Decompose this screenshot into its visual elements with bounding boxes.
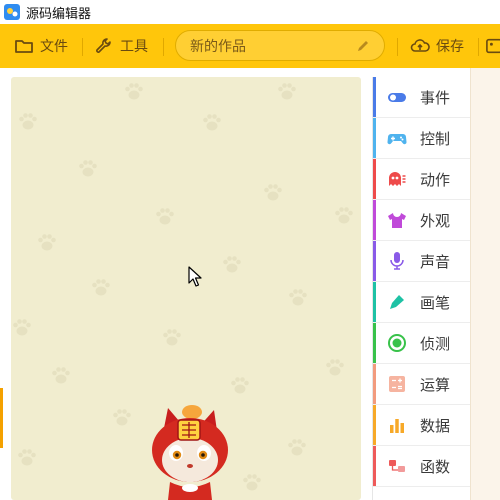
category-color-bar xyxy=(373,364,376,404)
mouse-cursor-icon xyxy=(188,266,202,287)
file-menu-button[interactable]: 文件 xyxy=(14,24,68,68)
toolbar: 文件 工具 新的作品 保存 xyxy=(0,24,500,68)
category-label: 外观 xyxy=(420,212,451,230)
cloud-upload-icon xyxy=(410,39,430,52)
category-color-bar xyxy=(373,282,376,322)
category-color-bar xyxy=(373,323,376,363)
category-events[interactable]: 事件 xyxy=(373,77,471,118)
cat-character-sprite[interactable] xyxy=(140,398,240,500)
toggle-icon xyxy=(388,93,406,102)
tshirt-icon xyxy=(388,213,406,228)
tools-menu-button[interactable]: 工具 xyxy=(94,24,148,68)
function-icon xyxy=(389,460,405,472)
wrench-icon xyxy=(96,38,111,53)
toolbar-divider xyxy=(163,38,164,56)
category-functions[interactable]: 函数 xyxy=(373,446,471,487)
window-title: 源码编辑器 xyxy=(26,6,92,22)
block-palette-panel xyxy=(470,68,500,500)
file-menu-label: 文件 xyxy=(40,39,68,55)
save-label: 保存 xyxy=(436,39,464,55)
category-control[interactable]: 控制 xyxy=(373,118,471,159)
category-looks[interactable]: 外观 xyxy=(373,200,471,241)
calculator-icon xyxy=(389,376,405,392)
category-label: 函数 xyxy=(420,458,451,476)
pencil-icon[interactable] xyxy=(356,39,370,53)
category-color-bar xyxy=(373,200,376,240)
tools-menu-label: 工具 xyxy=(120,39,148,55)
block-category-sidebar: 事件 控制 动作 外观 声音 画笔 侦测 运算 数据 函数 xyxy=(372,77,471,500)
toolbar-divider xyxy=(397,38,398,56)
category-color-bar xyxy=(373,241,376,281)
target-icon xyxy=(388,334,406,352)
category-color-bar xyxy=(373,77,376,117)
category-label: 控制 xyxy=(420,130,451,148)
category-operators[interactable]: 运算 xyxy=(373,364,471,405)
save-button[interactable]: 保存 xyxy=(410,24,464,68)
title-bar: 源码编辑器 xyxy=(0,0,500,24)
category-label: 动作 xyxy=(420,171,451,189)
category-color-bar xyxy=(373,405,376,445)
category-color-bar xyxy=(373,446,376,486)
category-label: 数据 xyxy=(420,417,451,435)
project-name-input[interactable]: 新的作品 xyxy=(175,30,385,61)
category-color-bar xyxy=(373,159,376,199)
category-sensing[interactable]: 侦测 xyxy=(373,323,471,364)
image-icon xyxy=(486,38,500,54)
category-label: 声音 xyxy=(420,253,451,271)
category-data[interactable]: 数据 xyxy=(373,405,471,446)
folder-icon xyxy=(15,40,33,53)
toolbar-divider xyxy=(478,38,479,56)
left-edge-strip xyxy=(0,388,3,448)
project-name-value: 新的作品 xyxy=(190,38,246,55)
app-logo-icon xyxy=(4,4,20,20)
bar-chart-icon xyxy=(390,419,404,433)
category-motion[interactable]: 动作 xyxy=(373,159,471,200)
gamepad-icon xyxy=(387,134,407,145)
more-tool-button[interactable] xyxy=(486,24,500,68)
category-color-bar xyxy=(373,118,376,158)
category-pen[interactable]: 画笔 xyxy=(373,282,471,323)
ghost-icon xyxy=(389,172,406,186)
category-sound[interactable]: 声音 xyxy=(373,241,471,282)
category-label: 事件 xyxy=(420,89,451,107)
microphone-icon xyxy=(390,252,404,270)
category-label: 侦测 xyxy=(420,335,451,353)
toolbar-divider xyxy=(82,38,83,56)
category-label: 画笔 xyxy=(420,294,451,312)
category-label: 运算 xyxy=(420,376,451,394)
pen-icon xyxy=(390,295,404,309)
